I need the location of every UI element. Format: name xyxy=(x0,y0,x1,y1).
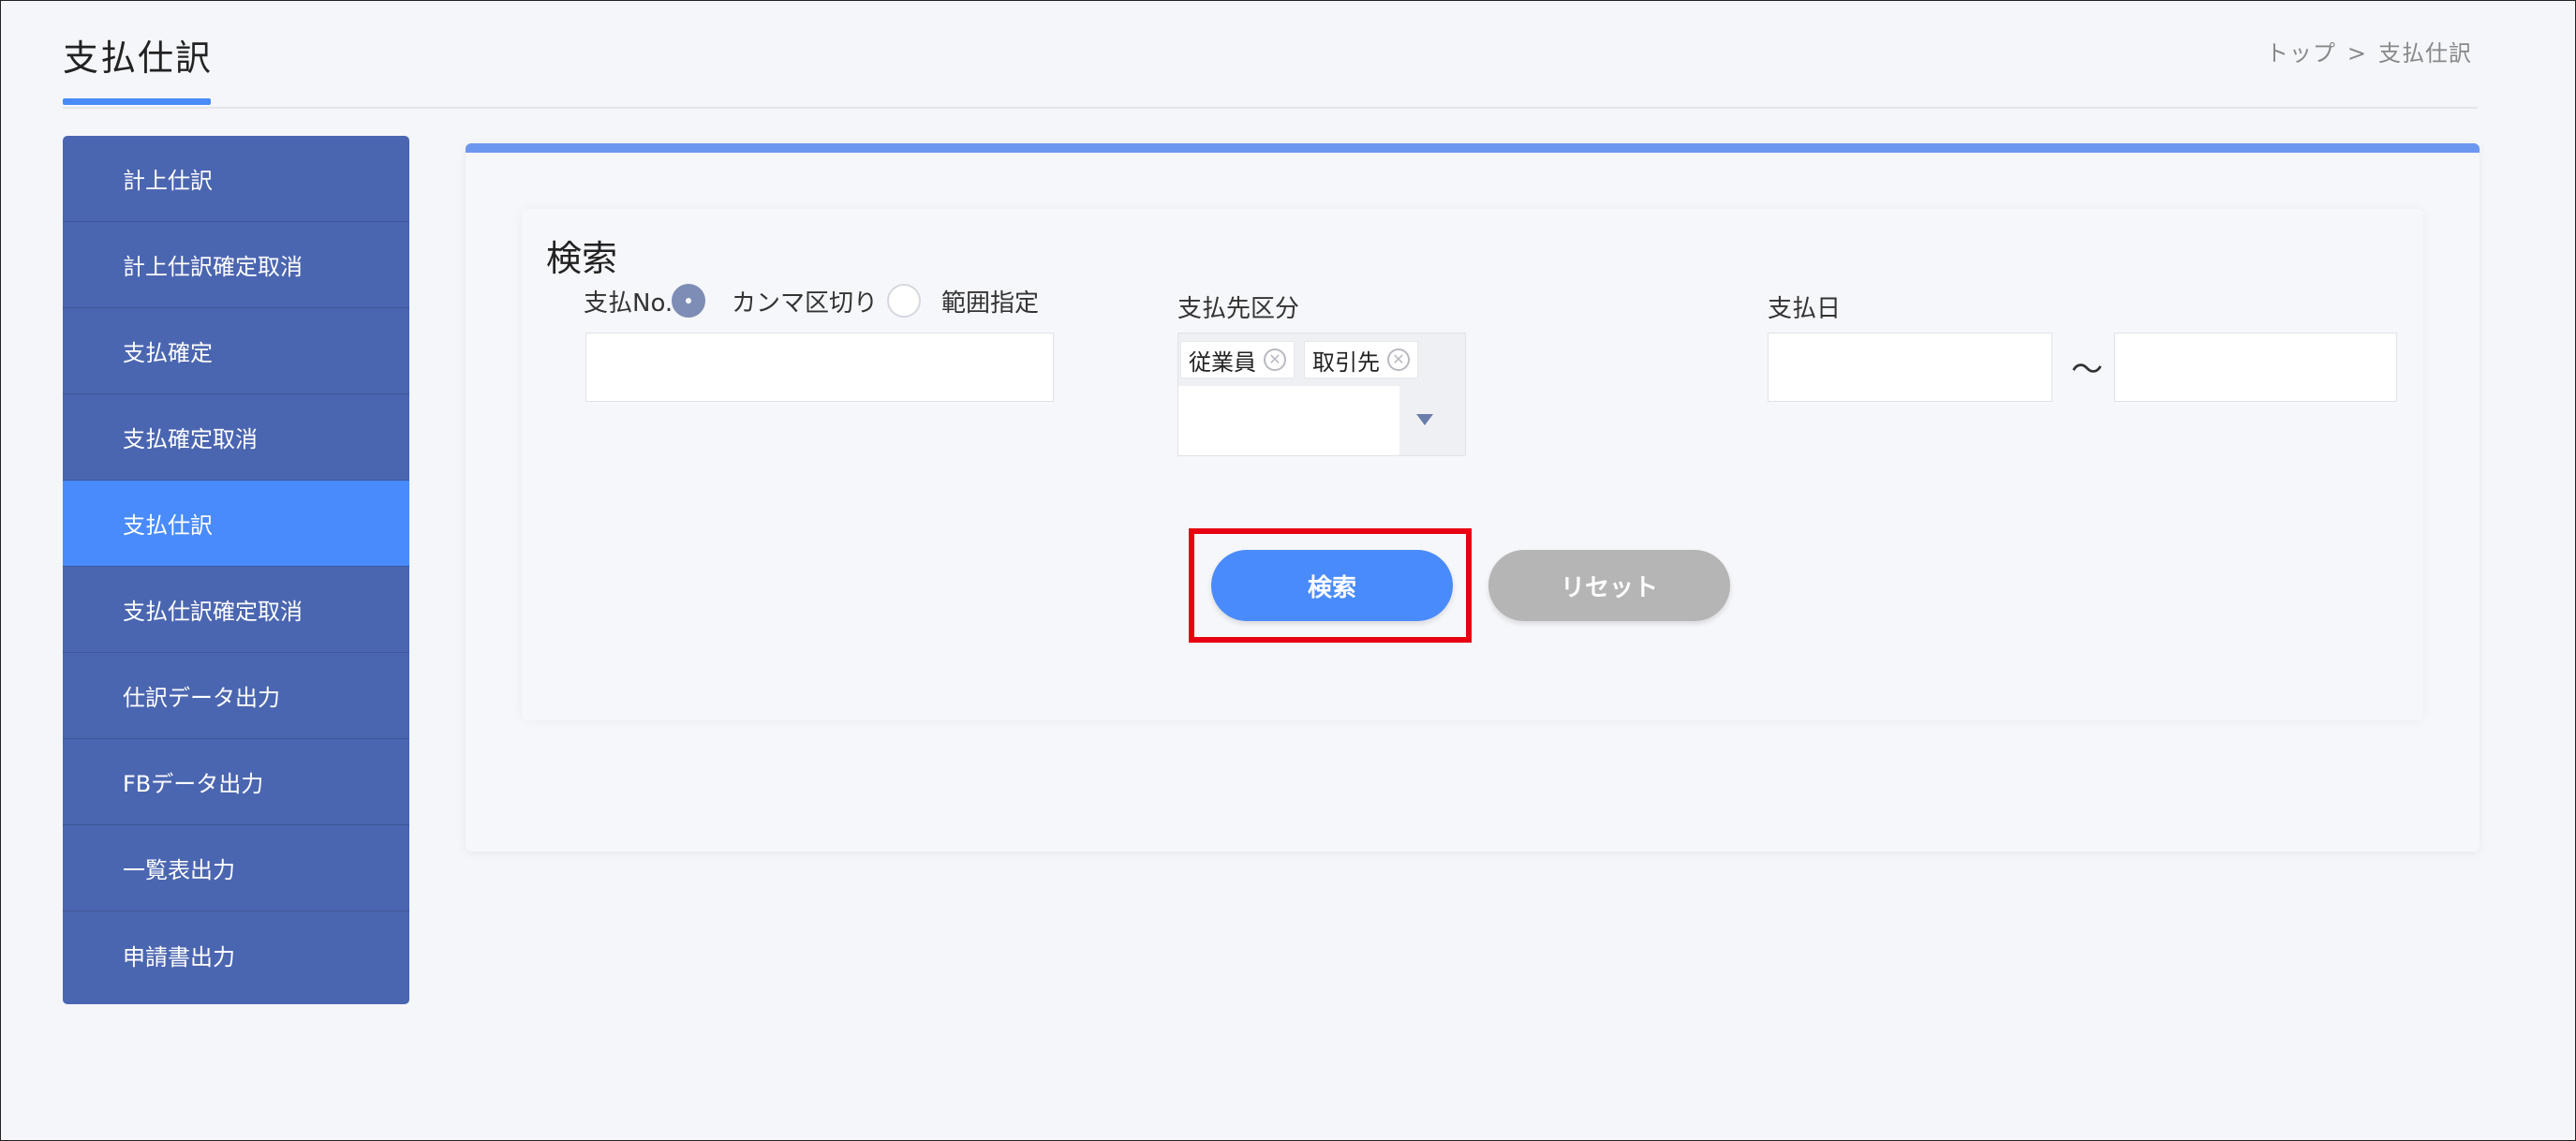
page-title: 支払仕訳 xyxy=(63,37,214,79)
payee-type-search-field[interactable] xyxy=(1178,386,1399,455)
panel-accent-bar xyxy=(466,143,2480,153)
sidebar-item-journal-export[interactable]: 仕訳データ出力 xyxy=(63,653,409,739)
tag-supplier-label: 取引先 xyxy=(1312,348,1380,376)
main-panel: 検索 支払No. カンマ区切り 範囲指定 支払先区分 従業員 ✕ 取引先 ✕ 支… xyxy=(466,143,2480,852)
date-range-separator: 〜 xyxy=(2071,351,2103,389)
title-underline xyxy=(63,98,211,105)
payee-type-label: 支払先区分 xyxy=(1177,295,1300,323)
radio-comma-separated[interactable] xyxy=(672,284,705,318)
sidebar-item-fb-export[interactable]: FBデータ出力 xyxy=(63,739,409,825)
breadcrumb-current: 支払仕訳 xyxy=(2378,40,2472,67)
sidebar-item-payment-confirm-cancel[interactable]: 支払確定取消 xyxy=(63,394,409,481)
sidebar-item-payment-confirm[interactable]: 支払確定 xyxy=(63,308,409,394)
search-card: 検索 支払No. カンマ区切り 範囲指定 支払先区分 従業員 ✕ 取引先 ✕ 支… xyxy=(522,209,2423,720)
sidebar-item-keijo-shiwake-cancel[interactable]: 計上仕訳確定取消 xyxy=(63,222,409,308)
tag-remove-icon[interactable]: ✕ xyxy=(1387,348,1410,371)
breadcrumb: トップ > 支払仕訳 xyxy=(2260,35,2478,67)
header-divider xyxy=(63,107,2478,109)
sidebar-item-payment-journal[interactable]: 支払仕訳 xyxy=(63,481,409,567)
payment-no-label: 支払No. xyxy=(584,289,674,318)
tag-remove-icon[interactable]: ✕ xyxy=(1264,348,1286,371)
payment-no-input[interactable] xyxy=(585,333,1054,402)
app-frame: 支払仕訳 トップ > 支払仕訳 計上仕訳 計上仕訳確定取消 支払確定 支払確定取消 … xyxy=(0,0,2576,1141)
breadcrumb-separator: > xyxy=(2347,40,2367,67)
breadcrumb-home[interactable]: トップ xyxy=(2266,40,2336,67)
radio-range-label[interactable]: 範囲指定 xyxy=(941,284,1039,319)
tag-employee-label: 従業員 xyxy=(1189,348,1256,376)
sidebar-item-payment-journal-cancel[interactable]: 支払仕訳確定取消 xyxy=(63,567,409,653)
sidebar-item-list-export[interactable]: 一覧表出力 xyxy=(63,825,409,911)
payment-date-to-input[interactable] xyxy=(2114,333,2397,402)
radio-range[interactable] xyxy=(887,284,921,318)
payment-date-label: 支払日 xyxy=(1768,295,1842,323)
payment-date-from-input[interactable] xyxy=(1768,333,2052,402)
payee-type-select[interactable]: 従業員 ✕ 取引先 ✕ xyxy=(1177,333,1466,456)
search-button-highlight xyxy=(1189,528,1472,643)
sidebar-item-application-export[interactable]: 申請書出力 xyxy=(63,911,409,998)
chevron-down-icon[interactable] xyxy=(1416,414,1433,425)
tag-employee: 従業員 ✕ xyxy=(1180,341,1295,378)
tag-supplier: 取引先 ✕ xyxy=(1304,341,1418,378)
sidebar-item-keijo-shiwake[interactable]: 計上仕訳 xyxy=(63,136,409,222)
sidebar-nav: 計上仕訳 計上仕訳確定取消 支払確定 支払確定取消 支払仕訳 支払仕訳確定取消 … xyxy=(63,136,409,1004)
search-title: 検索 xyxy=(546,238,618,279)
reset-button[interactable]: リセット xyxy=(1488,550,1730,621)
radio-comma-label[interactable]: カンマ区切り xyxy=(732,284,878,319)
